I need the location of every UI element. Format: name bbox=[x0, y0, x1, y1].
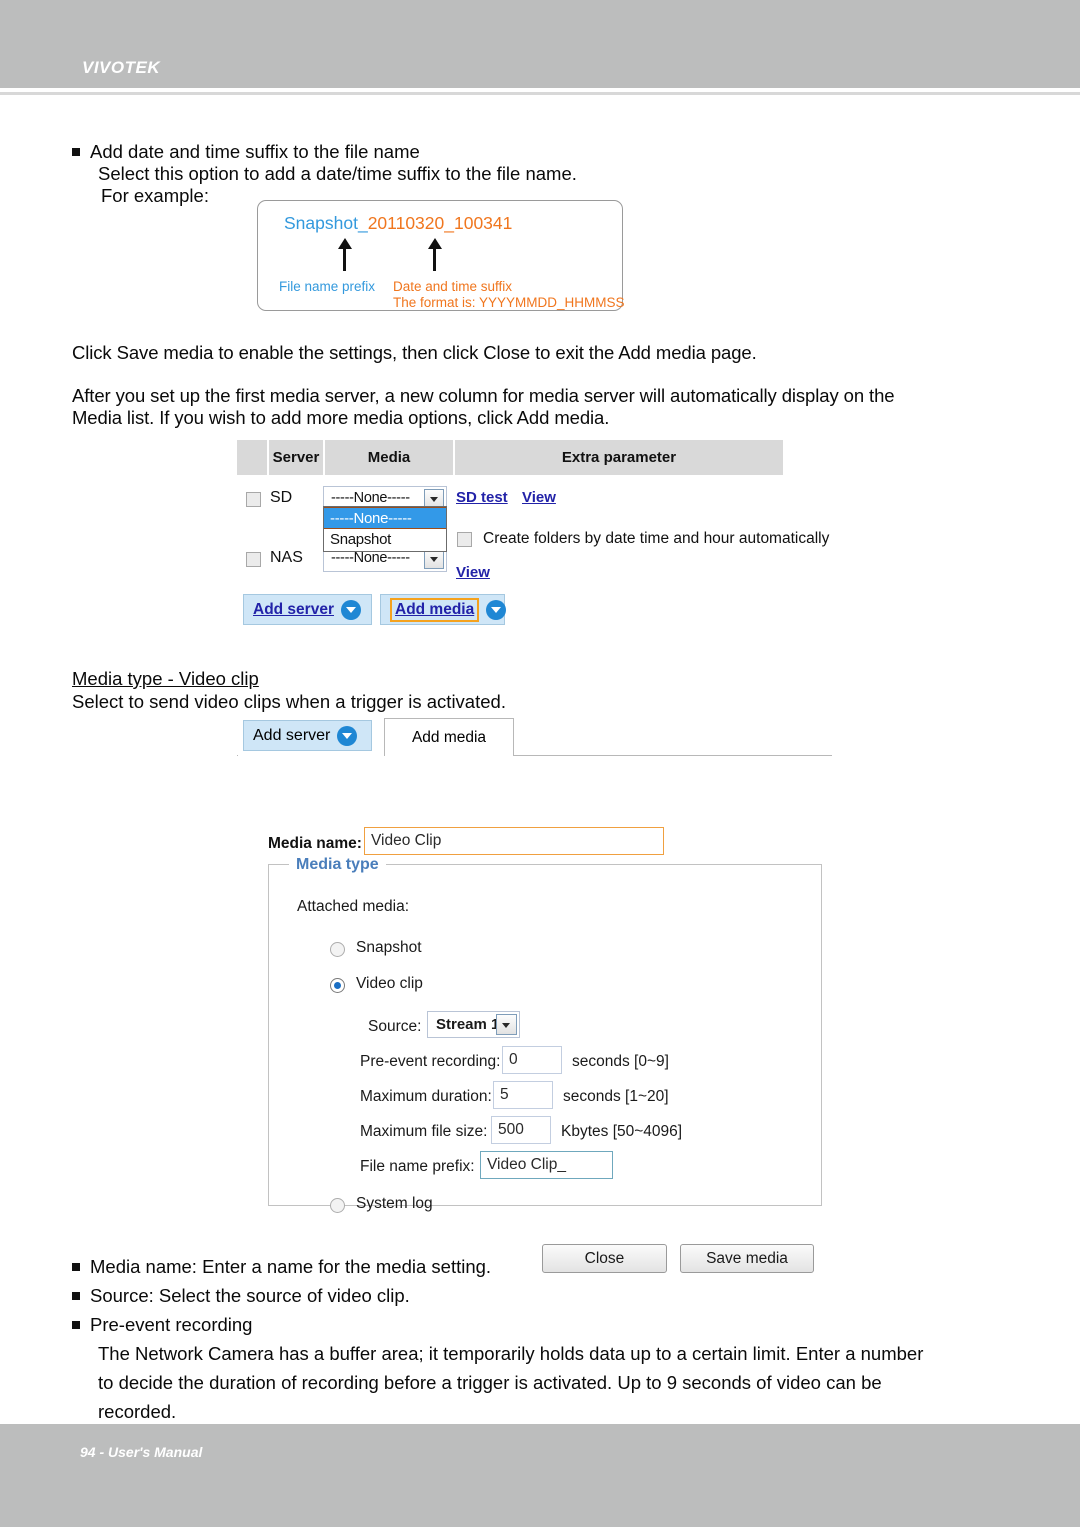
para-buffer-line3: recorded. bbox=[98, 1401, 177, 1422]
source-select-value: Stream 1 bbox=[436, 1016, 500, 1033]
bullet-square-icon bbox=[72, 1321, 80, 1329]
chevron-down-circle-icon bbox=[340, 599, 361, 620]
para-buffer-line1: The Network Camera has a buffer area; it… bbox=[98, 1343, 924, 1364]
para-buffer-line2: to decide the duration of recording befo… bbox=[98, 1372, 882, 1393]
label-date-time-suffix: Date and time suffix bbox=[393, 279, 513, 294]
bullet-pre-event-recording: Pre-event recording bbox=[72, 1311, 252, 1339]
media-list-header-row: Server Media Extra parameter bbox=[237, 440, 783, 475]
up-arrow-icon-prefix bbox=[337, 238, 352, 271]
media-select-sd-value: -----None----- bbox=[331, 490, 410, 506]
create-folders-label: Create folders by date time and hour aut… bbox=[483, 530, 830, 547]
source-select[interactable]: Stream 1 bbox=[427, 1011, 520, 1038]
bullet-square-icon bbox=[72, 1292, 80, 1300]
source-label: Source: bbox=[368, 1018, 422, 1035]
snapshot-filename-suffix: 20110320_100341 bbox=[367, 213, 513, 233]
up-arrow-icon-suffix bbox=[427, 238, 442, 271]
view-link-sd[interactable]: View bbox=[522, 489, 556, 506]
para-after-setup-line2: Media list. If you wish to add more medi… bbox=[72, 407, 610, 428]
row-label-sd: SD bbox=[270, 489, 293, 506]
row-checkbox-sd[interactable] bbox=[246, 492, 261, 507]
tab-add-media-label: Add media bbox=[411, 728, 487, 746]
media-select-nas-value: -----None----- bbox=[331, 550, 410, 566]
bullet-square-icon bbox=[72, 148, 80, 156]
radio-snapshot-label: Snapshot bbox=[356, 939, 422, 956]
sd-test-link[interactable]: SD test bbox=[456, 489, 508, 506]
media-select-dropdown-open[interactable]: -----None----- Snapshot bbox=[323, 506, 447, 552]
add-media-button-label: Add media bbox=[390, 597, 480, 622]
snapshot-filename: Snapshot_20110320_100341 bbox=[284, 213, 512, 234]
row-checkbox-nas[interactable] bbox=[246, 552, 261, 567]
tab-add-server-label: Add server bbox=[253, 726, 331, 744]
media-name-label: Media name: bbox=[268, 835, 362, 852]
bullet-source: Source: Select the source of video clip. bbox=[72, 1282, 410, 1310]
radio-system-log-label: System log bbox=[356, 1195, 433, 1212]
line-select-to-send: Select to send video clips when a trigge… bbox=[72, 691, 506, 712]
maximum-duration-label: Maximum duration: bbox=[360, 1088, 492, 1105]
footer-page-label: 94 - User's Manual bbox=[80, 1444, 203, 1460]
close-button[interactable]: Close bbox=[542, 1244, 667, 1273]
maximum-file-size-label: Maximum file size: bbox=[360, 1123, 488, 1140]
chevron-down-circle-icon bbox=[337, 725, 358, 746]
bullet-media-name: Media name: Enter a name for the media s… bbox=[72, 1253, 491, 1281]
radio-system-log[interactable] bbox=[330, 1198, 345, 1213]
chevron-down-circle-icon bbox=[486, 599, 507, 620]
bullet-square-icon bbox=[72, 1263, 80, 1271]
chevron-down-icon[interactable] bbox=[496, 1014, 517, 1035]
pre-event-recording-input[interactable]: 0 bbox=[502, 1046, 562, 1074]
radio-video-clip[interactable] bbox=[330, 978, 345, 993]
label-format: The format is: YYYYMMDD_HHMMSS bbox=[393, 295, 625, 310]
para-click-save: Click Save media to enable the settings,… bbox=[72, 342, 757, 363]
pre-event-recording-unit: seconds [0~9] bbox=[572, 1053, 669, 1070]
file-name-prefix-label: File name prefix: bbox=[360, 1158, 475, 1175]
maximum-file-size-unit: Kbytes [50~4096] bbox=[561, 1123, 683, 1140]
add-media-form: Media name: Video Clip Media type Attach… bbox=[237, 756, 832, 1273]
maximum-duration-input[interactable]: 5 bbox=[493, 1081, 553, 1109]
tab-add-media[interactable]: Add media bbox=[384, 718, 514, 756]
chevron-down-icon[interactable] bbox=[424, 549, 444, 569]
snapshot-filename-prefix: Snapshot_ bbox=[284, 213, 368, 233]
label-file-name-prefix: File name prefix bbox=[279, 279, 376, 294]
file-name-prefix-input[interactable]: Video Clip_ bbox=[480, 1151, 613, 1179]
radio-snapshot[interactable] bbox=[330, 942, 345, 957]
radio-video-clip-label: Video clip bbox=[356, 975, 423, 992]
maximum-duration-unit: seconds [1~20] bbox=[563, 1088, 669, 1105]
create-folders-checkbox[interactable] bbox=[457, 532, 472, 547]
row-label-nas: NAS bbox=[270, 549, 303, 566]
dropdown-option-snapshot[interactable]: Snapshot bbox=[324, 529, 446, 551]
media-name-input[interactable]: Video Clip bbox=[364, 827, 664, 855]
column-header-server: Server bbox=[269, 440, 325, 475]
page-footer bbox=[0, 1424, 1080, 1527]
save-media-button[interactable]: Save media bbox=[680, 1244, 814, 1273]
tab-add-server[interactable]: Add server bbox=[243, 720, 372, 751]
pre-event-recording-label: Pre-event recording: bbox=[360, 1053, 501, 1070]
add-media-button[interactable]: Add media bbox=[380, 594, 507, 625]
attached-media-label: Attached media: bbox=[297, 898, 410, 915]
media-type-legend: Media type bbox=[289, 856, 386, 874]
view-link-nas[interactable]: View bbox=[456, 564, 490, 581]
column-header-checkbox bbox=[237, 440, 269, 475]
dropdown-option-none[interactable]: -----None----- bbox=[324, 507, 446, 529]
brand-logo: VIVOTEK bbox=[82, 58, 161, 77]
table-row: SD -----None----- bbox=[237, 480, 783, 520]
snapshot-example-box: Snapshot_20110320_100341 File name prefi… bbox=[257, 200, 625, 311]
column-header-extra-parameter: Extra parameter bbox=[455, 440, 783, 475]
column-header-media: Media bbox=[325, 440, 455, 475]
add-server-button[interactable]: Add server bbox=[243, 594, 372, 625]
page-header: VIVOTEK bbox=[0, 0, 1080, 88]
maximum-file-size-input[interactable]: 500 bbox=[491, 1116, 551, 1144]
header-divider bbox=[0, 92, 1080, 95]
media-list-table: Server Media Extra parameter SD -----Non… bbox=[237, 440, 783, 572]
line-for-example: For example: bbox=[101, 185, 209, 206]
add-server-button-label: Add server bbox=[253, 600, 334, 618]
